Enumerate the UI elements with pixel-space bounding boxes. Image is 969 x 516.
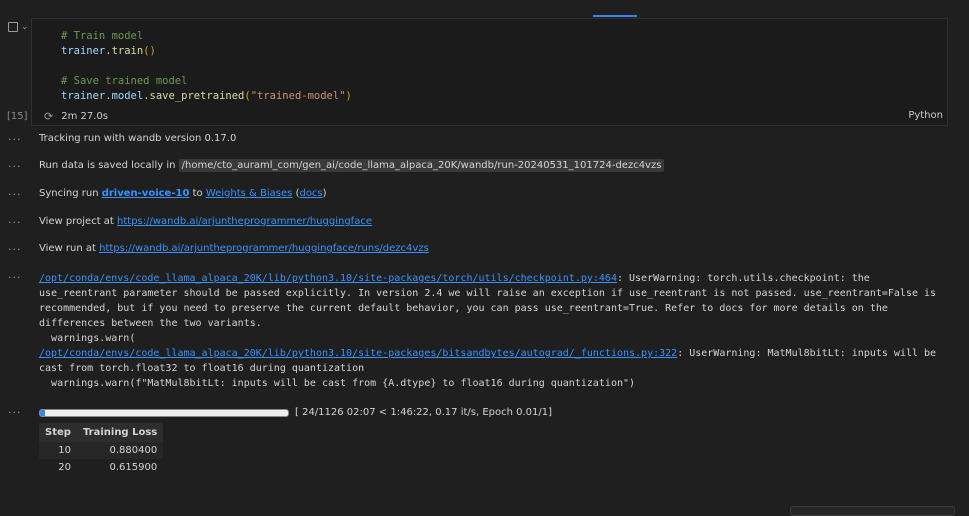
table-cell: 10	[39, 442, 77, 459]
training-progress: [ 24/1126 02:07 < 1:46:22, 0.17 it/s, Ep…	[39, 407, 552, 418]
progress-text: [ 24/1126 02:07 < 1:46:22, 0.17 it/s, Ep…	[295, 407, 553, 418]
view-run-label: View run at	[39, 243, 96, 254]
training-loss-table: Step Training Loss 10 0.880400 20 0.6159…	[39, 423, 164, 476]
wandb-link[interactable]: Weights & Biases	[206, 188, 293, 199]
output-more-icon[interactable]: ···	[8, 188, 22, 201]
cell-toolbar[interactable]: ⌄	[8, 22, 29, 32]
active-tab-indicator	[593, 15, 637, 17]
code-object: trainer	[61, 90, 106, 102]
docs-link[interactable]: docs	[299, 188, 322, 199]
output-more-icon[interactable]: ···	[8, 216, 22, 229]
code-comment: # Save trained model	[61, 75, 188, 87]
refresh-icon: ⟳	[44, 110, 54, 123]
table-row: 20 0.615900	[39, 459, 163, 476]
execution-time: 2m 27.0s	[61, 111, 108, 122]
code-attribute: model	[111, 90, 144, 102]
functions-path-link[interactable]: /opt/conda/envs/code_llama_alpaca_20K/li…	[39, 348, 677, 359]
table-header-row: Step Training Loss	[39, 423, 164, 442]
run-data-label: Run data is saved locally in	[39, 160, 176, 171]
code-comment: # Train model	[61, 30, 144, 42]
table-cell: 0.615900	[109, 462, 158, 473]
code-function: save_pretrained	[149, 90, 245, 102]
code-object: trainer	[61, 45, 106, 57]
syncing-label: Syncing run	[39, 188, 99, 199]
code-cell-editor[interactable]: # Train model trainer.train() # Save tra…	[31, 18, 948, 126]
project-url-link[interactable]: https://wandb.ai/arjuntheprogrammer/hugg…	[117, 216, 372, 227]
execution-status: ⟳ 2m 27.0s	[44, 110, 108, 123]
code-function: train	[111, 45, 144, 57]
table-row: 10 0.880400	[39, 442, 164, 459]
run-url-link[interactable]: https://wandb.ai/arjuntheprogrammer/hugg…	[99, 243, 429, 254]
output-text: Tracking run with wandb version 0.17.0	[39, 133, 237, 144]
column-header-step: Step	[39, 423, 77, 442]
output-text: View run at https://wandb.ai/arjunthepro…	[39, 243, 429, 254]
output-text: Run data is saved locally in /home/cto_a…	[39, 159, 665, 172]
chevron-down-icon[interactable]: ⌄	[21, 23, 29, 32]
output-more-icon[interactable]: ···	[8, 271, 22, 284]
syncing-to-label: to	[192, 188, 203, 199]
cell-action-bar[interactable]	[790, 506, 955, 516]
execution-count: [15]	[7, 111, 28, 122]
progress-bar	[39, 408, 289, 417]
output-more-icon[interactable]: ···	[8, 160, 22, 173]
output-more-icon[interactable]: ···	[8, 243, 22, 256]
checkpoint-path-link[interactable]: /opt/conda/envs/code_llama_alpaca_20K/li…	[39, 273, 617, 284]
cell-language-button[interactable]: Python	[908, 110, 943, 121]
progress-fill	[40, 409, 46, 416]
run-name-link[interactable]: driven-voice-10	[102, 188, 190, 199]
warning-output: /opt/conda/envs/code_llama_alpaca_20K/li…	[39, 271, 944, 391]
table-cell: 20	[58, 462, 71, 473]
paren-close: )	[322, 188, 327, 199]
output-text: View project at https://wandb.ai/arjunth…	[39, 216, 372, 227]
code-content[interactable]: # Train model trainer.train() # Save tra…	[61, 29, 352, 104]
table-cell: 0.880400	[76, 442, 164, 459]
run-data-path: /home/cto_auraml_com/gen_ai/code_llama_a…	[178, 159, 665, 172]
cell-select-checkbox[interactable]	[8, 22, 18, 32]
view-project-label: View project at	[39, 216, 114, 227]
column-header-training-loss: Training Loss	[76, 423, 164, 442]
output-more-icon[interactable]: ···	[8, 133, 22, 146]
output-more-icon[interactable]: ···	[8, 406, 22, 419]
code-string: "trained-model"	[250, 90, 346, 102]
output-text: Syncing run driven-voice-10 to Weights &…	[39, 188, 327, 199]
